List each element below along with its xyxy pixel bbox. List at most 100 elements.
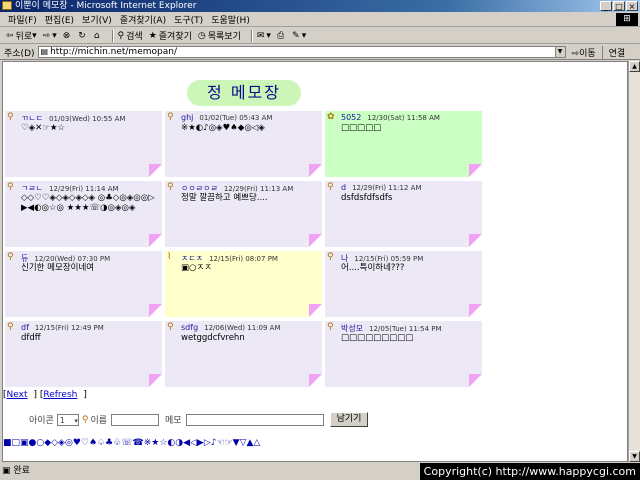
memo-header: d 12/29(Fri) 11:12 AM <box>341 183 422 192</box>
refresh-button[interactable]: ↻ <box>78 31 88 41</box>
page-curl-icon <box>469 304 482 317</box>
memo-form: 아이콘 1 ⚲ 이름 메모 남기기 <box>29 412 369 427</box>
memo-date: 12/29(Fri) 11:14 AM <box>49 185 119 193</box>
icon-select[interactable]: 1 <box>56 413 79 427</box>
memo-body: □□□□□□□□□ <box>341 333 414 343</box>
scroll-down-icon[interactable]: ▼ <box>629 451 640 462</box>
address-input[interactable]: ▤ http://michin.net/memopan/ ▼ <box>37 46 566 58</box>
forward-arrow-icon: ⇨ <box>42 30 51 41</box>
memo-card[interactable]: ⚲ ㄱㄹㄴ 12/29(Fri) 11:14 AM ◇◇♡♡◈◇◈◇◈◇◈ ◎♣◇◎◈… <box>5 181 162 247</box>
history-button[interactable]: ◷ 목록보기 <box>197 29 241 43</box>
memo-card[interactable]: ✿ 5052 12/30(Sat) 11:58 AM □□□□□ <box>325 111 482 177</box>
print-icon: ⎙ <box>276 30 285 41</box>
memo-author: ㄱㄹㄴ <box>21 184 44 193</box>
address-dropdown-icon[interactable]: ▼ <box>554 47 565 57</box>
go-button[interactable]: ⇨이동 <box>572 46 596 59</box>
memo-date: 12/29(Fri) 11:13 AM <box>223 185 294 193</box>
memo-input[interactable] <box>185 413 324 426</box>
memo-date: 01/03(Wed) 10:55 AM <box>49 115 126 123</box>
memo-header: sdfg 12/06(Wed) 11:09 AM <box>181 323 281 332</box>
stop-icon: ⊗ <box>62 30 71 41</box>
favorites-button[interactable]: ★ 즐겨찾기 <box>148 29 192 43</box>
scroll-up-icon[interactable]: ▲ <box>629 61 640 72</box>
menu-favorites[interactable]: 즐겨찾기(A) <box>120 13 166 26</box>
page-curl-icon <box>149 164 162 177</box>
memo-author: ㅇㅇㄹㅇㄹ <box>181 184 218 193</box>
memo-card[interactable]: ⚲ 박성모 12/05(Tue) 11:54 PM □□□□□□□□□ <box>325 321 482 387</box>
history-icon: ◷ <box>197 30 206 41</box>
magnifier-icon: ⚲ <box>167 182 174 192</box>
magnifier-icon: ⚲ <box>167 322 174 332</box>
menu-help[interactable]: 도움말(H) <box>211 13 250 26</box>
pagination: [Next] [Refresh] <box>3 390 87 400</box>
refresh-icon: ↻ <box>78 30 86 41</box>
forward-button[interactable]: ⇨ ▾ <box>43 31 57 41</box>
stop-button[interactable]: ⊗ <box>63 31 73 41</box>
memo-card[interactable]: ⚲ ghj 01/02(Tue) 05:43 AM ※★◐♪◎◈♥♠◆◎◁◈ <box>165 111 322 177</box>
menu-tools[interactable]: 도구(T) <box>174 13 203 26</box>
page-content: 정 메모장 ⚲ ㄲㄴㄷ 01/03(Wed) 10:55 AM ♡◈✕☞★☆ ⚲ ghj 0… <box>2 61 628 462</box>
memo-body: □□□□□ <box>341 123 382 133</box>
magnifier-icon: ⚲ <box>7 112 14 122</box>
memo-body: 신기한 메모장이네여 <box>21 263 95 273</box>
page-icon: ▤ <box>40 47 49 56</box>
menu-view[interactable]: 보기(V) <box>82 13 112 26</box>
home-button[interactable]: ⌂ <box>94 31 102 41</box>
vertical-scrollbar[interactable]: ▲ ▼ <box>628 61 640 462</box>
memo-card[interactable]: ⌇ ㅈㄷㅈ 12/15(Fri) 08:07 PM ▣○ㅈㅈ <box>165 251 322 317</box>
page-curl-icon <box>469 234 482 247</box>
icon-palette[interactable]: ■□▣●○◆◇◈◎♥♡♠♤♣♧☏☎※★☆◐◑◀◁▶▷♪☜☞▼▽▲△ <box>3 438 260 448</box>
page-curl-icon <box>469 374 482 387</box>
memo-body: ▣○ㅈㅈ <box>181 263 213 273</box>
memo-card[interactable]: ⚲ ㅇㅇㄹㅇㄹ 12/29(Fri) 11:13 AM 정말 깔끔하고 예쁘당.... <box>165 181 322 247</box>
page-curl-icon <box>309 374 322 387</box>
magnifier-icon: ⚲ <box>327 182 334 192</box>
toolbar-separator <box>250 29 253 42</box>
memo-card[interactable]: ⚲ ㄲㄴㄷ 01/03(Wed) 10:55 AM ♡◈✕☞★☆ <box>5 111 162 177</box>
minimize-button[interactable]: _ <box>600 1 612 11</box>
memo-card[interactable]: ⚲ d 12/29(Fri) 11:12 AM dsfdsfdfsdfs <box>325 181 482 247</box>
search-button[interactable]: ⚲ 검색 <box>118 29 143 43</box>
next-link[interactable]: Next <box>7 390 28 400</box>
page-curl-icon <box>149 234 162 247</box>
refresh-link[interactable]: Refresh <box>43 390 77 400</box>
memo-label: 메모 <box>165 416 182 426</box>
maximize-button[interactable]: □ <box>613 1 625 11</box>
favorites-icon: ★ <box>148 30 157 41</box>
icon-label: 아이콘 <box>29 416 54 426</box>
status-text: 완료 <box>13 466 30 476</box>
memo-date: 12/15(Fri) 12:49 PM <box>34 324 104 332</box>
menu-edit[interactable]: 편집(E) <box>45 13 74 26</box>
name-label: 이름 <box>90 416 107 426</box>
memo-card[interactable]: ⚲ 나 12/15(Fri) 05:59 PM 어....특이하네??? <box>325 251 482 317</box>
clip-icon: ⌇ <box>167 252 172 262</box>
back-arrow-icon: ⇦ <box>6 30 14 41</box>
links-button[interactable]: 연결 <box>601 45 625 59</box>
submit-button[interactable]: 남기기 <box>329 412 369 427</box>
edit-button[interactable]: ✎ ▾ <box>292 31 306 41</box>
magnifier-icon: ⚲ <box>167 112 174 122</box>
menu-file[interactable]: 파일(F) <box>8 13 37 26</box>
memo-author: ghj <box>181 113 194 122</box>
memo-header: df 12/15(Fri) 12:49 PM <box>21 323 104 332</box>
page-curl-icon <box>149 374 162 387</box>
memo-card[interactable]: ⚲ df 12/15(Fri) 12:49 PM dfdff <box>5 321 162 387</box>
memo-date: 12/15(Fri) 05:59 PM <box>354 255 424 263</box>
print-button[interactable]: ⎙ <box>277 31 286 41</box>
close-button[interactable]: × <box>626 1 638 11</box>
window-titlebar: 이뿐이 메모장 - Microsoft Internet Explorer _ … <box>0 0 640 12</box>
memo-card[interactable]: ⚲ sdfg 12/06(Wed) 11:09 AM wetggdcfvrehn <box>165 321 322 387</box>
memo-card[interactable]: ⚲ 듀 12/20(Wed) 07:30 PM 신기한 메모장이네여 <box>5 251 162 317</box>
memo-body: ♡◈✕☞★☆ <box>21 123 66 133</box>
name-input[interactable] <box>111 413 159 426</box>
page-curl-icon <box>469 164 482 177</box>
memo-body: wetggdcfvrehn <box>181 333 245 343</box>
ie-icon <box>2 1 12 10</box>
memo-date: 01/02(Tue) 05:43 AM <box>199 114 273 122</box>
back-button[interactable]: ⇦ 뒤로 ▾ <box>6 29 37 43</box>
status-icon: ▣ <box>2 466 11 476</box>
mail-button[interactable]: ✉ ▾ <box>257 31 271 41</box>
page-title: 정 메모장 <box>187 80 301 106</box>
magnifier-icon: ⚲ <box>327 252 334 262</box>
memo-author: 5052 <box>341 113 362 122</box>
